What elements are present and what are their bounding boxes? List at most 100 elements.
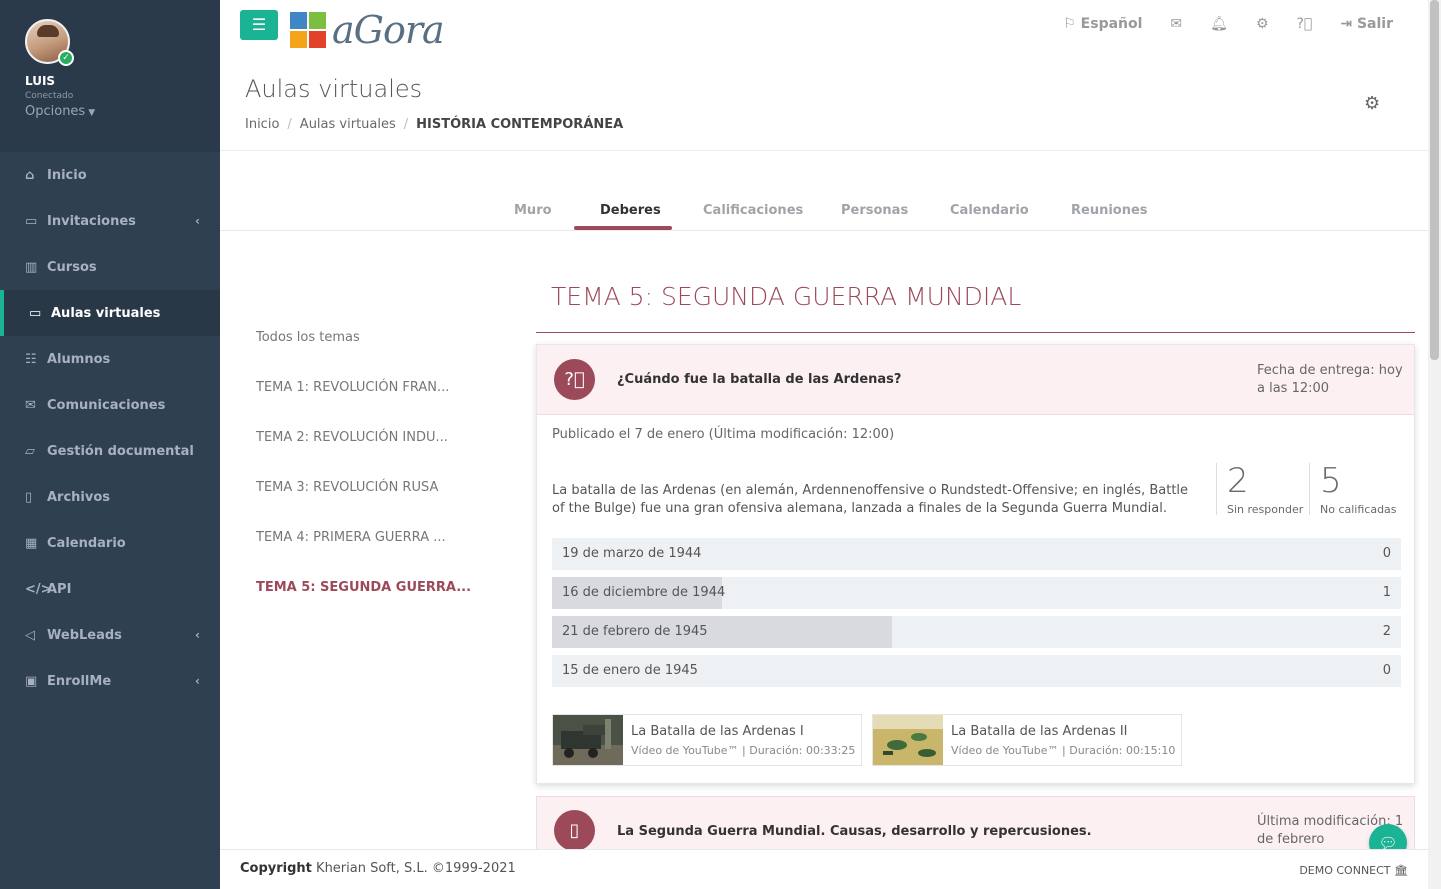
sidebar-item-webleads[interactable]: ◁ WebLeads ‹ — [0, 612, 220, 658]
copyright: Copyright Kherian Soft, S.L. ©1999-2021 — [240, 861, 516, 876]
stat-sin-responder[interactable]: 2 Sin responder — [1216, 461, 1304, 516]
user-options-label: Opciones — [25, 104, 86, 119]
folder-icon: ▱ — [25, 443, 35, 459]
help-icon[interactable]: ?⃝ — [1297, 16, 1313, 32]
gear-icon[interactable]: ⚙ — [1256, 16, 1269, 32]
logout-icon: ⇥ — [1340, 16, 1353, 32]
stat-value: 5 — [1320, 461, 1342, 501]
answer-label: 16 de diciembre de 1944 — [562, 585, 726, 600]
envelope-icon[interactable]: ✉ — [1170, 16, 1182, 32]
ticket-icon: ▭ — [25, 213, 38, 229]
page-heading: Aulas virtuales Inicio / Aulas virtuales / H… — [245, 75, 623, 132]
tab-reuniones[interactable]: Reuniones — [1071, 203, 1148, 218]
user-name: LUIS — [25, 74, 56, 88]
demo-connect[interactable]: DEMO CONNECT 🏛︎ — [1299, 864, 1408, 877]
user-status: Conectado — [25, 91, 74, 101]
assignment-question[interactable]: ¿Cuándo fue la batalla de las Ardenas? — [617, 372, 901, 387]
calendar-icon: ▦ — [25, 535, 38, 551]
video-meta: Vídeo de YouTube™ | Duración: 00:15:10 — [951, 744, 1176, 757]
stat-value: 2 — [1227, 461, 1249, 501]
tab-calendario[interactable]: Calendario — [950, 203, 1029, 218]
breadcrumb-home[interactable]: Inicio — [245, 117, 279, 132]
topic-item[interactable]: TEMA 1: REVOLUCIÓN FRAN... — [256, 380, 471, 430]
caret-down-icon: ▼ — [88, 108, 96, 118]
sidebar-item-comunicaciones[interactable]: ✉ Comunicaciones — [0, 382, 220, 428]
logo-text: aGora — [332, 8, 445, 52]
bell-icon[interactable]: 🔔︎ — [1210, 16, 1228, 32]
book-icon: ▯ — [554, 810, 595, 851]
scrollbar-thumb[interactable] — [1430, 0, 1439, 360]
logo[interactable]: aGora — [290, 8, 445, 52]
sidebar-item-cursos[interactable]: ▥ Cursos — [0, 244, 220, 290]
envelope-icon: ✉ — [25, 397, 36, 413]
flag-icon: ⚐ — [1063, 16, 1076, 32]
answer-label: 19 de marzo de 1944 — [562, 546, 702, 561]
sidebar-item-archivos[interactable]: ▯ Archivos — [0, 474, 220, 520]
assignment-due: Fecha de entrega: hoy a las 12:00 — [1257, 363, 1403, 396]
video-attachment[interactable]: La Batalla de las Ardenas I Vídeo de You… — [552, 714, 862, 766]
sidebar-item-label: WebLeads — [47, 627, 122, 643]
answer-option[interactable]: 19 de marzo de 1944 0 — [552, 538, 1401, 570]
chevron-left-icon: ‹ — [195, 628, 200, 642]
sidebar-item-label: Gestión documental — [47, 443, 194, 459]
sidebar-item-aulas-virtuales[interactable]: ▭ Aulas virtuales — [0, 290, 220, 336]
user-profile: ✓ LUIS Conectado Opciones ▼ — [0, 0, 220, 152]
logout-button[interactable]: ⇥ Salir — [1340, 16, 1393, 32]
sidebar-item-label: API — [47, 581, 72, 597]
sidebar-item-invitaciones[interactable]: ▭ Invitaciones ‹ — [0, 198, 220, 244]
page-title: Aulas virtuales — [245, 75, 423, 103]
paper-plane-icon: ◁ — [25, 627, 35, 643]
sidebar-item-enrollme[interactable]: ▣ EnrollMe ‹ — [0, 658, 220, 704]
topic-list: Todos los temas TEMA 1: REVOLUCIÓN FRAN..… — [256, 330, 471, 630]
assignment-header[interactable]: ?⃞ ¿Cuándo fue la batalla de las Ardenas… — [537, 345, 1414, 415]
avatar[interactable]: ✓ — [25, 19, 74, 66]
page-settings-gear-icon[interactable]: ⚙ — [1364, 93, 1380, 114]
tab-calificaciones[interactable]: Calificaciones — [703, 203, 803, 218]
code-icon: </> — [25, 581, 52, 597]
sidebar-item-label: Invitaciones — [47, 213, 136, 229]
header-divider — [220, 150, 1428, 151]
top-actions: ⚐ Español ✉ 🔔︎ ⚙ ?⃝ ⇥ Salir — [1035, 16, 1393, 32]
laptop-icon: ▭ — [29, 305, 42, 321]
sidebar-item-gestión-documental[interactable]: ▱ Gestión documental — [0, 428, 220, 474]
sidebar-item-api[interactable]: </> API — [0, 566, 220, 612]
video-title: La Batalla de las Ardenas I — [631, 724, 804, 739]
breadcrumb: Inicio / Aulas virtuales / HISTÓRIA CONTEMPO… — [245, 117, 624, 132]
topic-item[interactable]: Todos los temas — [256, 330, 471, 380]
answer-count: 2 — [1382, 624, 1391, 639]
breadcrumb-current: HISTÓRIA CONTEMPORÁNEA — [416, 117, 624, 132]
answer-option[interactable]: 16 de diciembre de 1944 1 — [552, 577, 1401, 609]
sidebar-item-label: Alumnos — [47, 351, 111, 367]
sidebar-item-label: Inicio — [47, 167, 87, 183]
answer-option[interactable]: 21 de febrero de 1945 2 — [552, 616, 1401, 648]
menu-toggle-button[interactable]: ☰ — [240, 10, 278, 40]
stat-no-calificadas[interactable]: 5 No calificadas — [1309, 461, 1397, 516]
sidebar-item-label: Archivos — [47, 489, 111, 505]
sidebar-item-inicio[interactable]: ⌂ Inicio — [0, 152, 220, 198]
tab-muro[interactable]: Muro — [514, 203, 552, 218]
material-title[interactable]: La Segunda Guerra Mundial. Causas, desar… — [617, 824, 1092, 839]
topic-item[interactable]: TEMA 3: REVOLUCIÓN RUSA — [256, 480, 471, 530]
assignment-description: La batalla de las Ardenas (en alemán, Ar… — [552, 483, 1189, 516]
bank-icon: 🏛︎ — [1394, 864, 1408, 877]
logout-label: Salir — [1356, 16, 1393, 32]
breadcrumb-aulas[interactable]: Aulas virtuales — [300, 117, 396, 132]
topic-item[interactable]: TEMA 4: PRIMERA GUERRA ... — [256, 530, 471, 580]
stat-label: Sin responder — [1227, 503, 1304, 516]
sidebar-item-calendario[interactable]: ▦ Calendario — [0, 520, 220, 566]
tema-title: TEMA 5: SEGUNDA GUERRA MUNDIAL — [551, 282, 1022, 311]
user-options-dropdown[interactable]: Opciones ▼ — [25, 104, 195, 119]
page-scrollbar[interactable] — [1428, 0, 1441, 889]
sidebar-item-alumnos[interactable]: ☷ Alumnos — [0, 336, 220, 382]
language-selector[interactable]: ⚐ Español — [1063, 16, 1142, 32]
tab-personas[interactable]: Personas — [841, 203, 908, 218]
video-attachment[interactable]: La Batalla de las Ardenas II Vídeo de Yo… — [872, 714, 1182, 766]
tab-deberes[interactable]: Deberes — [600, 203, 661, 218]
topic-item[interactable]: TEMA 5: SEGUNDA GUERRA... — [256, 580, 471, 630]
active-tab-indicator — [574, 226, 672, 230]
answer-option[interactable]: 15 de enero de 1945 0 — [552, 655, 1401, 687]
online-check-icon: ✓ — [58, 50, 74, 66]
copyright-text: Kherian Soft, S.L. ©1999-2021 — [311, 861, 516, 876]
topic-item[interactable]: TEMA 2: REVOLUCIÓN INDU... — [256, 430, 471, 480]
material-card[interactable]: ▯ La Segunda Guerra Mundial. Causas, des… — [536, 796, 1415, 856]
